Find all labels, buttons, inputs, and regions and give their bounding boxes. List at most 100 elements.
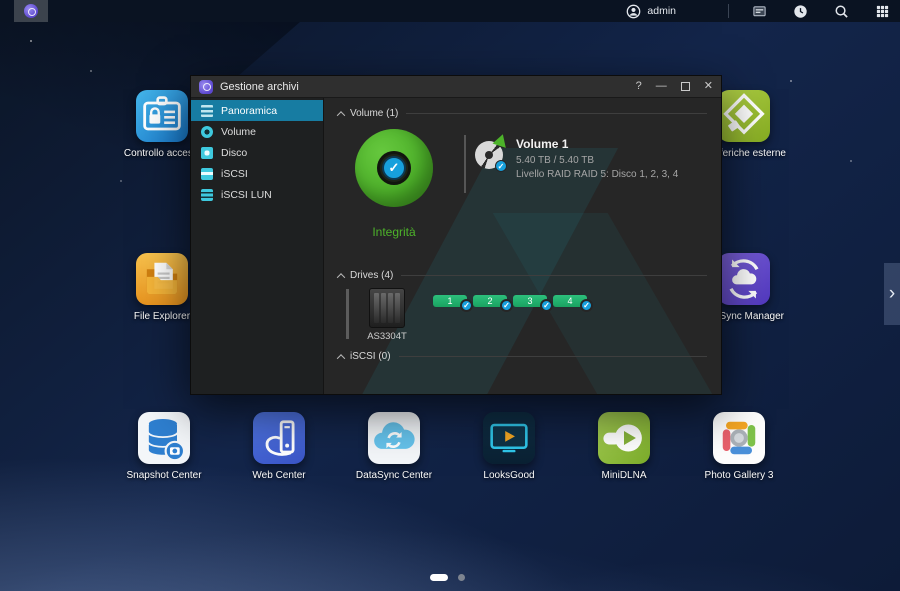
taskbar-app-storage-manager[interactable] — [14, 0, 48, 22]
desktop-icon-label: MiniDLNA — [601, 470, 646, 481]
sidebar-item-overview[interactable]: Panoramica — [191, 100, 323, 121]
iscsi-summary — [338, 364, 707, 384]
drives-summary: AS3304T 1 ✓ 2 ✓ 3 ✓ 4 ✓ — [338, 283, 707, 349]
storage-manager-window: Gestione archivi ? — ✕ Panoramica Volume — [190, 75, 722, 395]
check-icon: ✓ — [495, 160, 507, 172]
pie-slice — [492, 132, 509, 148]
window-titlebar[interactable]: Gestione archivi ? — ✕ — [191, 76, 721, 98]
maximize-button[interactable] — [681, 82, 690, 91]
sidebar-item-label: iSCSI LUN — [221, 189, 272, 201]
desktop-icon-snapshot-center[interactable]: Snapshot Center — [118, 412, 210, 481]
sidebar-item-iscsi[interactable]: iSCSI — [191, 163, 323, 184]
check-icon: ✓ — [580, 299, 593, 312]
volume-summary: ✓ Integrità ✓ Volume 1 5.40 TB / 5.40 TB… — [338, 121, 707, 268]
nas-model-label: AS3304T — [359, 331, 415, 342]
sidebar-item-label: Volume — [221, 126, 256, 138]
page-dot[interactable] — [458, 574, 465, 581]
iscsi-icon — [201, 168, 213, 180]
minimize-button[interactable]: — — [656, 81, 667, 92]
volume-usage-pie-icon: ✓ — [475, 141, 503, 169]
volume-name: Volume 1 — [516, 137, 678, 151]
sidebar-item-volume[interactable]: Volume — [191, 121, 323, 142]
iscsi-lun-icon — [201, 189, 213, 201]
file-explorer-icon — [136, 253, 188, 305]
slot-number: 1 — [447, 296, 452, 306]
volume-status-label: Integrità — [355, 225, 433, 239]
window-title: Gestione archivi — [220, 81, 299, 93]
sidebar-item-label: Panoramica — [221, 105, 277, 117]
section-title: Drives (4) — [350, 270, 393, 281]
check-icon: ✓ — [540, 299, 553, 312]
volume-section-header[interactable]: Volume (1) — [338, 106, 707, 121]
section-title: Volume (1) — [350, 108, 398, 119]
healthy-check-icon: ✓ — [382, 156, 406, 180]
section-divider — [406, 113, 707, 114]
section-divider — [399, 356, 707, 357]
drive-slot-1[interactable]: 1 ✓ — [433, 295, 467, 307]
snapshot-center-icon — [138, 412, 190, 464]
nas-device-image — [369, 288, 405, 328]
storage-sidebar: Panoramica Volume Disco iSCSI iSCSI LUN — [191, 98, 324, 394]
sidebar-item-label: Disco — [221, 147, 247, 159]
desktop-icon-label: Snapshot Center — [126, 470, 201, 481]
storage-manager-app-icon — [24, 4, 38, 18]
taskbar: admin — [0, 0, 900, 22]
external-devices-icon — [718, 90, 770, 142]
volume-icon — [201, 126, 213, 138]
desktop-icon-label: DataSync Center — [356, 470, 432, 481]
datasync-center-icon — [368, 412, 420, 464]
desktop-icon-label: File Explorer — [134, 311, 190, 322]
drives-left-rule — [346, 289, 349, 339]
notification-icon[interactable] — [752, 4, 767, 19]
slot-number: 4 — [567, 296, 572, 306]
volume-detail[interactable]: ✓ Volume 1 5.40 TB / 5.40 TB Livello RAI… — [475, 137, 678, 180]
desktop-icon-label: LooksGood — [483, 470, 534, 481]
detail-divider — [464, 135, 466, 193]
check-icon: ✓ — [500, 299, 513, 312]
web-center-icon — [253, 412, 305, 464]
volume-capacity: 5.40 TB / 5.40 TB — [516, 155, 678, 166]
search-icon[interactable] — [834, 4, 849, 19]
overview-panel: Volume (1) ✓ Integrità ✓ — [324, 98, 721, 394]
minidlna-icon — [598, 412, 650, 464]
next-page-arrow[interactable]: › — [884, 263, 900, 325]
storage-manager-app-icon — [199, 80, 213, 94]
collapse-caret-icon — [337, 111, 345, 119]
ez-sync-manager-icon — [718, 253, 770, 305]
desktop-icon-web-center[interactable]: Web Center — [233, 412, 325, 481]
iscsi-section-header[interactable]: iSCSI (0) — [338, 349, 707, 364]
user-menu[interactable]: admin — [618, 4, 684, 19]
access-control-icon — [136, 90, 188, 142]
drive-slot-4[interactable]: 4 ✓ — [553, 295, 587, 307]
overview-icon — [201, 105, 213, 117]
volume-health-donut: ✓ — [355, 129, 433, 207]
collapse-caret-icon — [337, 273, 345, 281]
drive-slot-2[interactable]: 2 ✓ — [473, 295, 507, 307]
desktop-icon-datasync-center[interactable]: DataSync Center — [348, 412, 440, 481]
system-monitor-icon[interactable] — [793, 4, 808, 19]
taskbar-separator — [728, 4, 729, 18]
desktop-icon-looksgood[interactable]: LooksGood — [463, 412, 555, 481]
page-dot-active[interactable] — [430, 574, 448, 581]
desktop-icon-minidlna[interactable]: MiniDLNA — [578, 412, 670, 481]
starfield-decoration — [30, 40, 32, 42]
disk-icon — [201, 147, 213, 159]
sidebar-item-disk[interactable]: Disco — [191, 142, 323, 163]
volume-raid-info: Livello RAID RAID 5: Disco 1, 2, 3, 4 — [516, 169, 678, 180]
drives-section-header[interactable]: Drives (4) — [338, 268, 707, 283]
drive-slot-3[interactable]: 3 ✓ — [513, 295, 547, 307]
section-divider — [401, 275, 707, 276]
close-button[interactable]: ✕ — [704, 81, 713, 92]
slot-number: 3 — [527, 296, 532, 306]
help-button[interactable]: ? — [636, 81, 642, 92]
user-icon — [626, 4, 641, 19]
sidebar-item-iscsi-lun[interactable]: iSCSI LUN — [191, 184, 323, 205]
desktop-icon-photo-gallery[interactable]: Photo Gallery 3 — [693, 412, 785, 481]
check-icon: ✓ — [460, 299, 473, 312]
app-grid-icon[interactable] — [875, 4, 890, 19]
looksgood-icon — [483, 412, 535, 464]
slot-number: 2 — [487, 296, 492, 306]
desktop: Controllo accessi Periferiche esterne Fi… — [0, 0, 900, 591]
user-label: admin — [647, 5, 676, 17]
photo-gallery-icon — [713, 412, 765, 464]
